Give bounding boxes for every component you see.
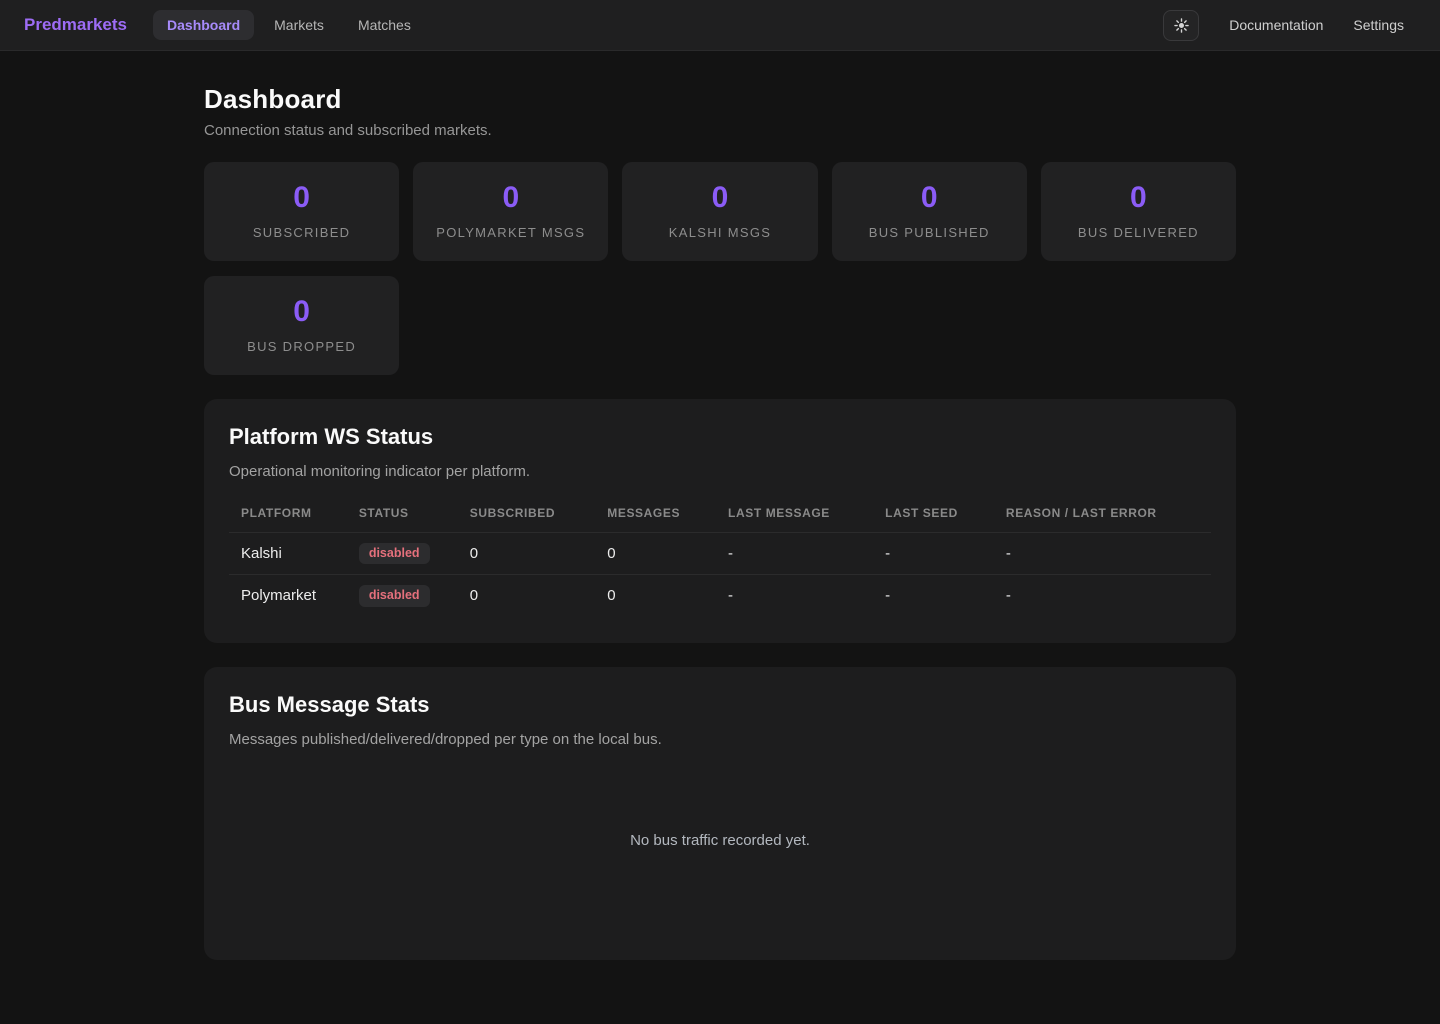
column-header-messages: MESSAGES [595,502,716,533]
column-header-reason: REASON / LAST ERROR [994,502,1211,533]
navbar-left: Predmarkets Dashboard Markets Matches [24,10,425,40]
platform-ws-status-panel: Platform WS Status Operational monitorin… [204,399,1236,643]
reason-cell: - [994,533,1211,575]
stat-value: 0 [1130,183,1147,213]
last-message-cell: - [716,575,873,617]
stat-label: BUS DROPPED [247,339,356,354]
stat-label: KALSHI MSGS [669,225,771,240]
stats-grid: 0 SUBSCRIBED 0 POLYMARKET MSGS 0 KALSHI … [204,162,1236,375]
table-row-kalshi: Kalshi disabled 0 0 - - - [229,533,1211,575]
last-message-cell: - [716,533,873,575]
platform-status-title: Platform WS Status [229,424,1211,450]
main-content: Dashboard Connection status and subscrib… [204,51,1236,960]
subscribed-cell: 0 [458,533,595,575]
nav-link-settings[interactable]: Settings [1353,17,1404,33]
stat-card-bus-published: 0 BUS PUBLISHED [832,162,1027,261]
nav-tab-dashboard[interactable]: Dashboard [153,10,254,40]
stat-card-subscribed: 0 SUBSCRIBED [204,162,399,261]
stat-card-kalshi-msgs: 0 KALSHI MSGS [622,162,817,261]
stat-value: 0 [712,183,729,213]
stat-value: 0 [502,183,519,213]
subscribed-cell: 0 [458,575,595,617]
nav-tab-matches[interactable]: Matches [344,10,425,40]
stat-value: 0 [293,297,310,327]
stat-label: POLYMARKET MSGS [436,225,585,240]
column-header-status: STATUS [347,502,458,533]
stat-card-bus-dropped: 0 BUS DROPPED [204,276,399,375]
nav-tab-markets[interactable]: Markets [260,10,338,40]
messages-cell: 0 [595,575,716,617]
platform-name-cell: Kalshi [229,533,347,575]
bus-stats-empty-area: No bus traffic recorded yet. [229,748,1211,934]
page-title: Dashboard [204,84,1236,115]
stat-value: 0 [921,183,938,213]
status-cell: disabled [347,533,458,575]
stat-label: BUS PUBLISHED [869,225,990,240]
stat-label: BUS DELIVERED [1078,225,1199,240]
column-header-last-message: LAST MESSAGE [716,502,873,533]
table-row-polymarket: Polymarket disabled 0 0 - - - [229,575,1211,617]
reason-cell: - [994,575,1211,617]
messages-cell: 0 [595,533,716,575]
last-seed-cell: - [873,533,994,575]
stat-card-bus-delivered: 0 BUS DELIVERED [1041,162,1236,261]
column-header-platform: PLATFORM [229,502,347,533]
column-header-last-seed: LAST SEED [873,502,994,533]
theme-toggle-button[interactable] [1163,10,1199,41]
stat-card-polymarket-msgs: 0 POLYMARKET MSGS [413,162,608,261]
platform-name-cell: Polymarket [229,575,347,617]
stat-value: 0 [293,183,310,213]
platform-status-subtitle: Operational monitoring indicator per pla… [229,463,1211,480]
page-subtitle: Connection status and subscribed markets… [204,122,1236,139]
stat-label: SUBSCRIBED [253,225,351,240]
status-badge: disabled [359,585,430,607]
column-header-subscribed: SUBSCRIBED [458,502,595,533]
sun-icon [1174,18,1189,33]
nav-tabs: Dashboard Markets Matches [153,10,425,40]
bus-stats-title: Bus Message Stats [229,692,1211,718]
last-seed-cell: - [873,575,994,617]
bus-stats-subtitle: Messages published/delivered/dropped per… [229,731,1211,748]
navbar: Predmarkets Dashboard Markets Matches Do… [0,0,1440,51]
navbar-right: Documentation Settings [1163,10,1404,41]
platform-status-table: PLATFORM STATUS SUBSCRIBED MESSAGES LAST… [229,502,1211,617]
status-cell: disabled [347,575,458,617]
brand-logo: Predmarkets [24,15,127,35]
table-header-row: PLATFORM STATUS SUBSCRIBED MESSAGES LAST… [229,502,1211,533]
bus-message-stats-panel: Bus Message Stats Messages published/del… [204,667,1236,960]
status-badge: disabled [359,543,430,565]
nav-link-documentation[interactable]: Documentation [1229,17,1323,33]
empty-state-message: No bus traffic recorded yet. [630,832,810,849]
